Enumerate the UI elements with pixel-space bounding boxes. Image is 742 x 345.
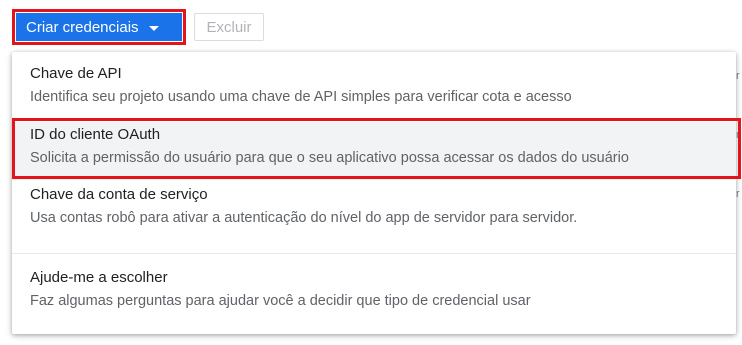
create-credentials-label: Criar credenciais	[26, 18, 139, 36]
delete-button[interactable]: Excluir	[194, 13, 264, 41]
menu-item-description: Usa contas robô para ativar a autenticaç…	[30, 210, 578, 226]
menu-item-title: Ajude-me a escolher	[30, 269, 168, 286]
create-credentials-menu: Chave de API Identifica seu projeto usan…	[12, 52, 736, 334]
menu-item-service-account-key[interactable]: Chave da conta de serviço Usa contas rob…	[12, 185, 736, 243]
menu-item-oauth-client-id[interactable]: ID do cliente OAuth Solicita a permissão…	[12, 122, 736, 180]
menu-item-api-key[interactable]: Chave de API Identifica seu projeto usan…	[12, 64, 736, 124]
menu-item-title: Chave de API	[30, 65, 122, 82]
menu-item-description: Identifica seu projeto usando uma chave …	[30, 89, 572, 105]
menu-item-description: Faz algumas perguntas para ajudar você a…	[30, 293, 531, 309]
menu-item-title: Chave da conta de serviço	[30, 186, 208, 203]
menu-item-description: Solicita a permissão do usuário para que…	[30, 150, 629, 166]
credentials-page: Criar credenciais Excluir r r r Chave de…	[0, 0, 742, 345]
edge-fragment: r	[736, 188, 740, 200]
delete-label: Excluir	[206, 18, 252, 36]
menu-divider	[12, 253, 736, 254]
chevron-down-icon	[148, 25, 159, 31]
menu-item-help-me-choose[interactable]: Ajude-me a escolher Faz algumas pergunta…	[12, 268, 736, 326]
edge-fragment: r	[736, 129, 740, 141]
create-credentials-button[interactable]: Criar credenciais	[16, 13, 182, 41]
edge-fragment: r	[736, 70, 740, 82]
menu-item-title: ID do cliente OAuth	[30, 126, 161, 143]
